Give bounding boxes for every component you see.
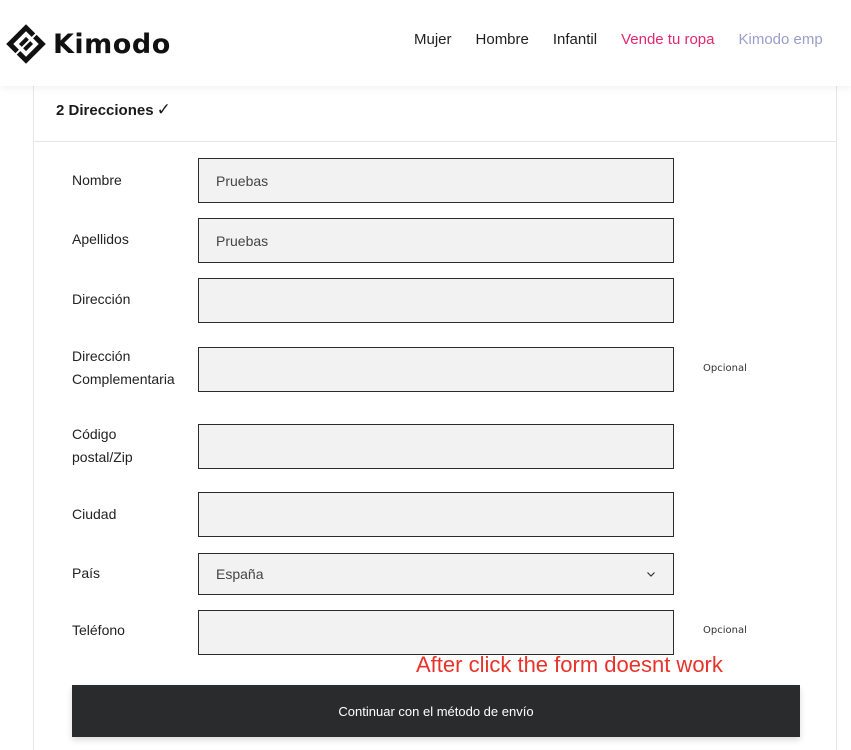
logo[interactable]: Kimodo [6,24,171,64]
apellidos-input[interactable]: Pruebas [198,218,674,263]
optional-note-direccion: Opcional [703,363,747,374]
label-codigo-postal-line1: Código [72,426,117,442]
optional-note-telefono: Opcional [703,625,747,636]
checkout-card: 2 Direcciones ✓ Nombre Pruebas Apellidos … [33,86,837,750]
label-direccion-complementaria-line1: Dirección [72,348,131,364]
continue-shipping-button[interactable]: Continuar con el método de envío [72,685,800,737]
label-nombre: Nombre [72,172,122,188]
section-title: 2 Direcciones ✓ [56,100,171,120]
label-ciudad: Ciudad [72,506,117,522]
telefono-input[interactable] [198,610,674,655]
nav-link-hombre[interactable]: Hombre [476,31,529,48]
label-apellidos: Apellidos [72,231,129,247]
label-codigo-postal: Código postal/Zip [72,423,202,469]
brand-name: Kimodo [53,28,171,60]
bug-annotation: After click the form doesnt work [416,652,723,677]
pais-select[interactable]: España [198,553,674,595]
direccion-input[interactable] [198,278,674,323]
nombre-input[interactable]: Pruebas [198,158,674,203]
nav-link-mujer[interactable]: Mujer [414,31,452,48]
nav-link-vende-tu-ropa[interactable]: Vende tu ropa [621,31,714,48]
nav-link-infantil[interactable]: Infantil [553,31,597,48]
label-codigo-postal-line2: postal/Zip [72,449,133,465]
chevron-down-icon [647,572,655,577]
label-direccion-complementaria: Dirección Complementaria [72,345,202,391]
nav-link-kimodo-emp[interactable]: Kimodo emp [739,31,823,48]
codigo-postal-input[interactable] [198,424,674,469]
main-nav: Mujer Hombre Infantil Vende tu ropa Kimo… [414,31,847,48]
nombre-value: Pruebas [216,172,269,189]
check-icon: ✓ [156,100,171,119]
kimodo-logo-icon [6,24,46,64]
ciudad-input[interactable] [198,492,674,537]
label-telefono: Teléfono [72,622,125,638]
direccion-complementaria-input[interactable] [198,347,674,392]
section-header: 2 Direcciones ✓ [34,86,836,142]
section-title-text: 2 Direcciones [56,102,154,119]
pais-selected-value: España [216,566,264,582]
label-direccion: Dirección [72,291,131,307]
site-header: Kimodo Mujer Hombre Infantil Vende tu ro… [0,0,851,86]
label-direccion-complementaria-line2: Complementaria [72,371,175,387]
apellidos-value: Pruebas [216,232,269,249]
label-pais: País [72,565,101,581]
